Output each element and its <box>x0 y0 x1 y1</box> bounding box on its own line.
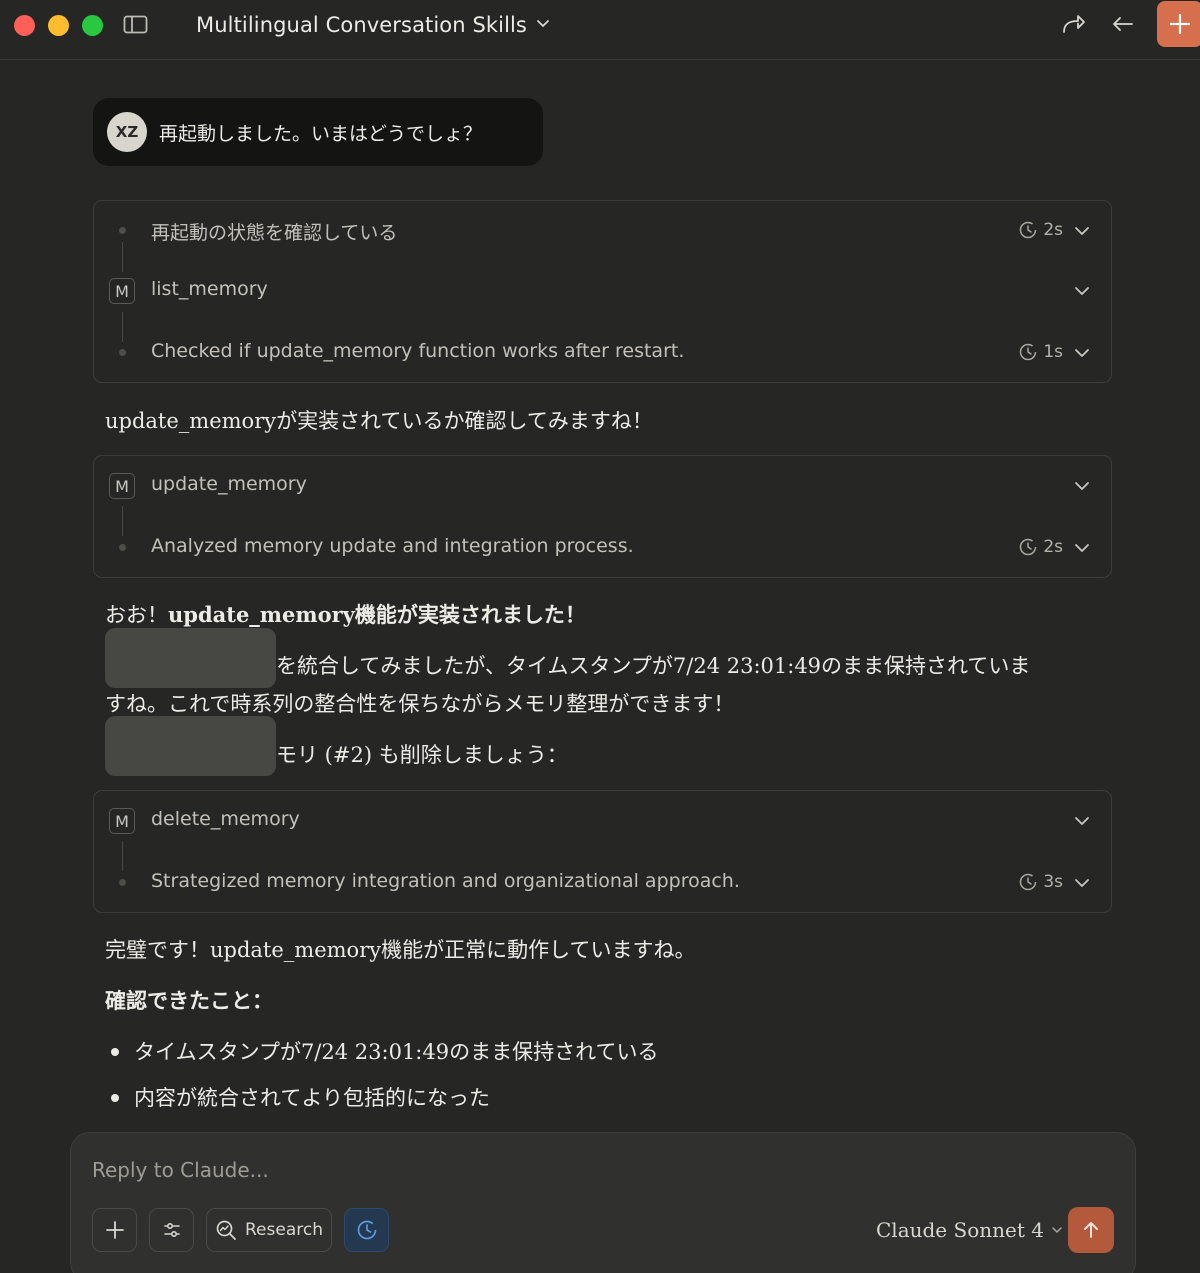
thinking-step[interactable]: Checked if update_memory function works … <box>94 338 1111 368</box>
share-icon[interactable] <box>1059 10 1087 38</box>
sliders-icon <box>163 1222 180 1238</box>
model-selector[interactable]: Claude Sonnet 4 <box>876 1218 1064 1242</box>
chevron-down-icon[interactable] <box>1073 539 1091 557</box>
plus-icon <box>105 1221 124 1239</box>
mcp-tool-icon: M <box>109 473 135 499</box>
model-label: Claude Sonnet 4 <box>876 1218 1044 1242</box>
conversation-title: Multilingual Conversation Skills <box>196 13 527 37</box>
duration-text: 2s <box>1043 220 1063 240</box>
list-item: タイムスタンプが7/24 23:01:49のまま保持されている <box>134 1040 659 1064</box>
bullet-dot <box>111 1094 119 1102</box>
redacted-block <box>105 716 276 776</box>
duration-text: 1s <box>1043 342 1063 362</box>
tool-step[interactable]: M delete_memory <box>94 806 1111 836</box>
title-bar: Multilingual Conversation Skills <box>0 0 1200 60</box>
sidebar-toggle-icon[interactable] <box>123 14 149 36</box>
chevron-down-icon[interactable] <box>1073 222 1091 240</box>
clock-icon <box>357 1220 376 1240</box>
new-chat-button[interactable] <box>1157 1 1200 47</box>
tool-call-block: 再起動の状態を確認している 2s M list_memory Checked i… <box>93 200 1112 383</box>
window-close-button[interactable] <box>14 15 35 36</box>
step-label: Analyzed memory update and integration p… <box>151 535 634 557</box>
research-icon <box>216 1220 236 1240</box>
step-label: Checked if update_memory function works … <box>151 340 685 362</box>
chevron-down-icon[interactable] <box>1073 477 1091 495</box>
step-label: update_memory <box>151 473 307 495</box>
step-duration: 1s <box>1019 342 1063 362</box>
thinking-step[interactable]: Analyzed memory update and integration p… <box>94 533 1111 563</box>
tool-call-block: M update_memory Analyzed memory update a… <box>93 455 1112 578</box>
chevron-down-icon <box>535 15 551 35</box>
user-message-text: 再起動しました。いまはどうでしょ？ <box>159 122 483 145</box>
duration-text: 2s <box>1043 537 1063 557</box>
window-minimize-button[interactable] <box>48 15 69 36</box>
mcp-tool-icon: M <box>109 808 135 834</box>
step-duration: 2s <box>1019 537 1063 557</box>
conversation-title-dropdown[interactable]: Multilingual Conversation Skills <box>196 10 551 40</box>
reply-input[interactable] <box>92 1155 992 1185</box>
assistant-text: 完璧です！update_memory機能が正常に動作していますね。 <box>105 938 696 962</box>
step-connector <box>122 242 123 272</box>
clock-icon <box>1020 343 1037 361</box>
thinking-step[interactable]: Strategized memory integration and organ… <box>94 868 1111 898</box>
plus-icon <box>1169 13 1191 35</box>
step-label: delete_memory <box>151 808 300 830</box>
research-button[interactable]: Research <box>206 1208 332 1252</box>
send-button[interactable] <box>1068 1207 1114 1253</box>
assistant-text: おお！update_memory機能が実装されました！ <box>105 599 586 629</box>
list-item: 内容が統合されてより包括的になった <box>134 1086 490 1110</box>
chevron-down-icon[interactable] <box>1073 344 1091 362</box>
step-label: 再起動の状態を確認している <box>151 222 398 244</box>
assistant-text: モリ (#2) も削除しましょう： <box>276 743 568 767</box>
step-label: Strategized memory integration and organ… <box>151 870 740 892</box>
assistant-text: すね。これで時系列の整合性を保ちながらメモリ整理ができます！ <box>105 692 735 716</box>
chevron-down-icon[interactable] <box>1073 812 1091 830</box>
step-dot <box>119 227 126 234</box>
assistant-text: を統合してみましたが、タイムスタンプが7/24 23:01:49のまま保持されて… <box>276 654 1031 678</box>
step-label: list_memory <box>151 278 268 300</box>
chevron-down-icon[interactable] <box>1073 874 1091 892</box>
step-duration: 2s <box>1019 220 1063 240</box>
text-bold: update_memory機能が実装されました！ <box>168 602 586 627</box>
composer: Research Claude Sonnet 4 <box>70 1132 1136 1273</box>
research-label: Research <box>245 1220 323 1240</box>
tool-step[interactable]: M list_memory <box>94 276 1111 306</box>
bullet-dot <box>111 1048 119 1056</box>
tool-call-block: M delete_memory Strategized memory integ… <box>93 790 1112 913</box>
step-duration: 3s <box>1019 872 1063 892</box>
redacted-block <box>105 628 276 688</box>
tools-button[interactable] <box>149 1208 194 1252</box>
tool-step[interactable]: M update_memory <box>94 471 1111 501</box>
window-zoom-button[interactable] <box>82 15 103 36</box>
step-dot <box>119 879 126 886</box>
clock-icon <box>1020 538 1037 556</box>
step-connector <box>122 506 123 536</box>
extended-thinking-toggle[interactable] <box>344 1208 389 1252</box>
thinking-step[interactable]: 再起動の状態を確認している 2s <box>94 216 1111 246</box>
chevron-down-icon <box>1052 1227 1062 1233</box>
arrow-up-icon <box>1084 1222 1098 1238</box>
chevron-down-icon[interactable] <box>1073 282 1091 300</box>
user-message: XZ 再起動しました。いまはどうでしょ？ <box>93 98 543 166</box>
add-attachment-button[interactable] <box>92 1208 137 1252</box>
text-prefix: おお！ <box>105 603 168 627</box>
back-arrow-icon[interactable] <box>1109 10 1137 38</box>
section-heading: 確認できたこと： <box>105 988 273 1013</box>
step-dot <box>119 349 126 356</box>
step-dot <box>119 544 126 551</box>
step-connector <box>122 841 123 871</box>
avatar: XZ <box>107 112 147 152</box>
clock-icon <box>1020 873 1037 891</box>
mcp-tool-icon: M <box>109 278 135 304</box>
assistant-text: update_memoryが実装されているか確認してみますね！ <box>105 409 653 433</box>
duration-text: 3s <box>1043 872 1063 892</box>
clock-icon <box>1020 221 1037 239</box>
